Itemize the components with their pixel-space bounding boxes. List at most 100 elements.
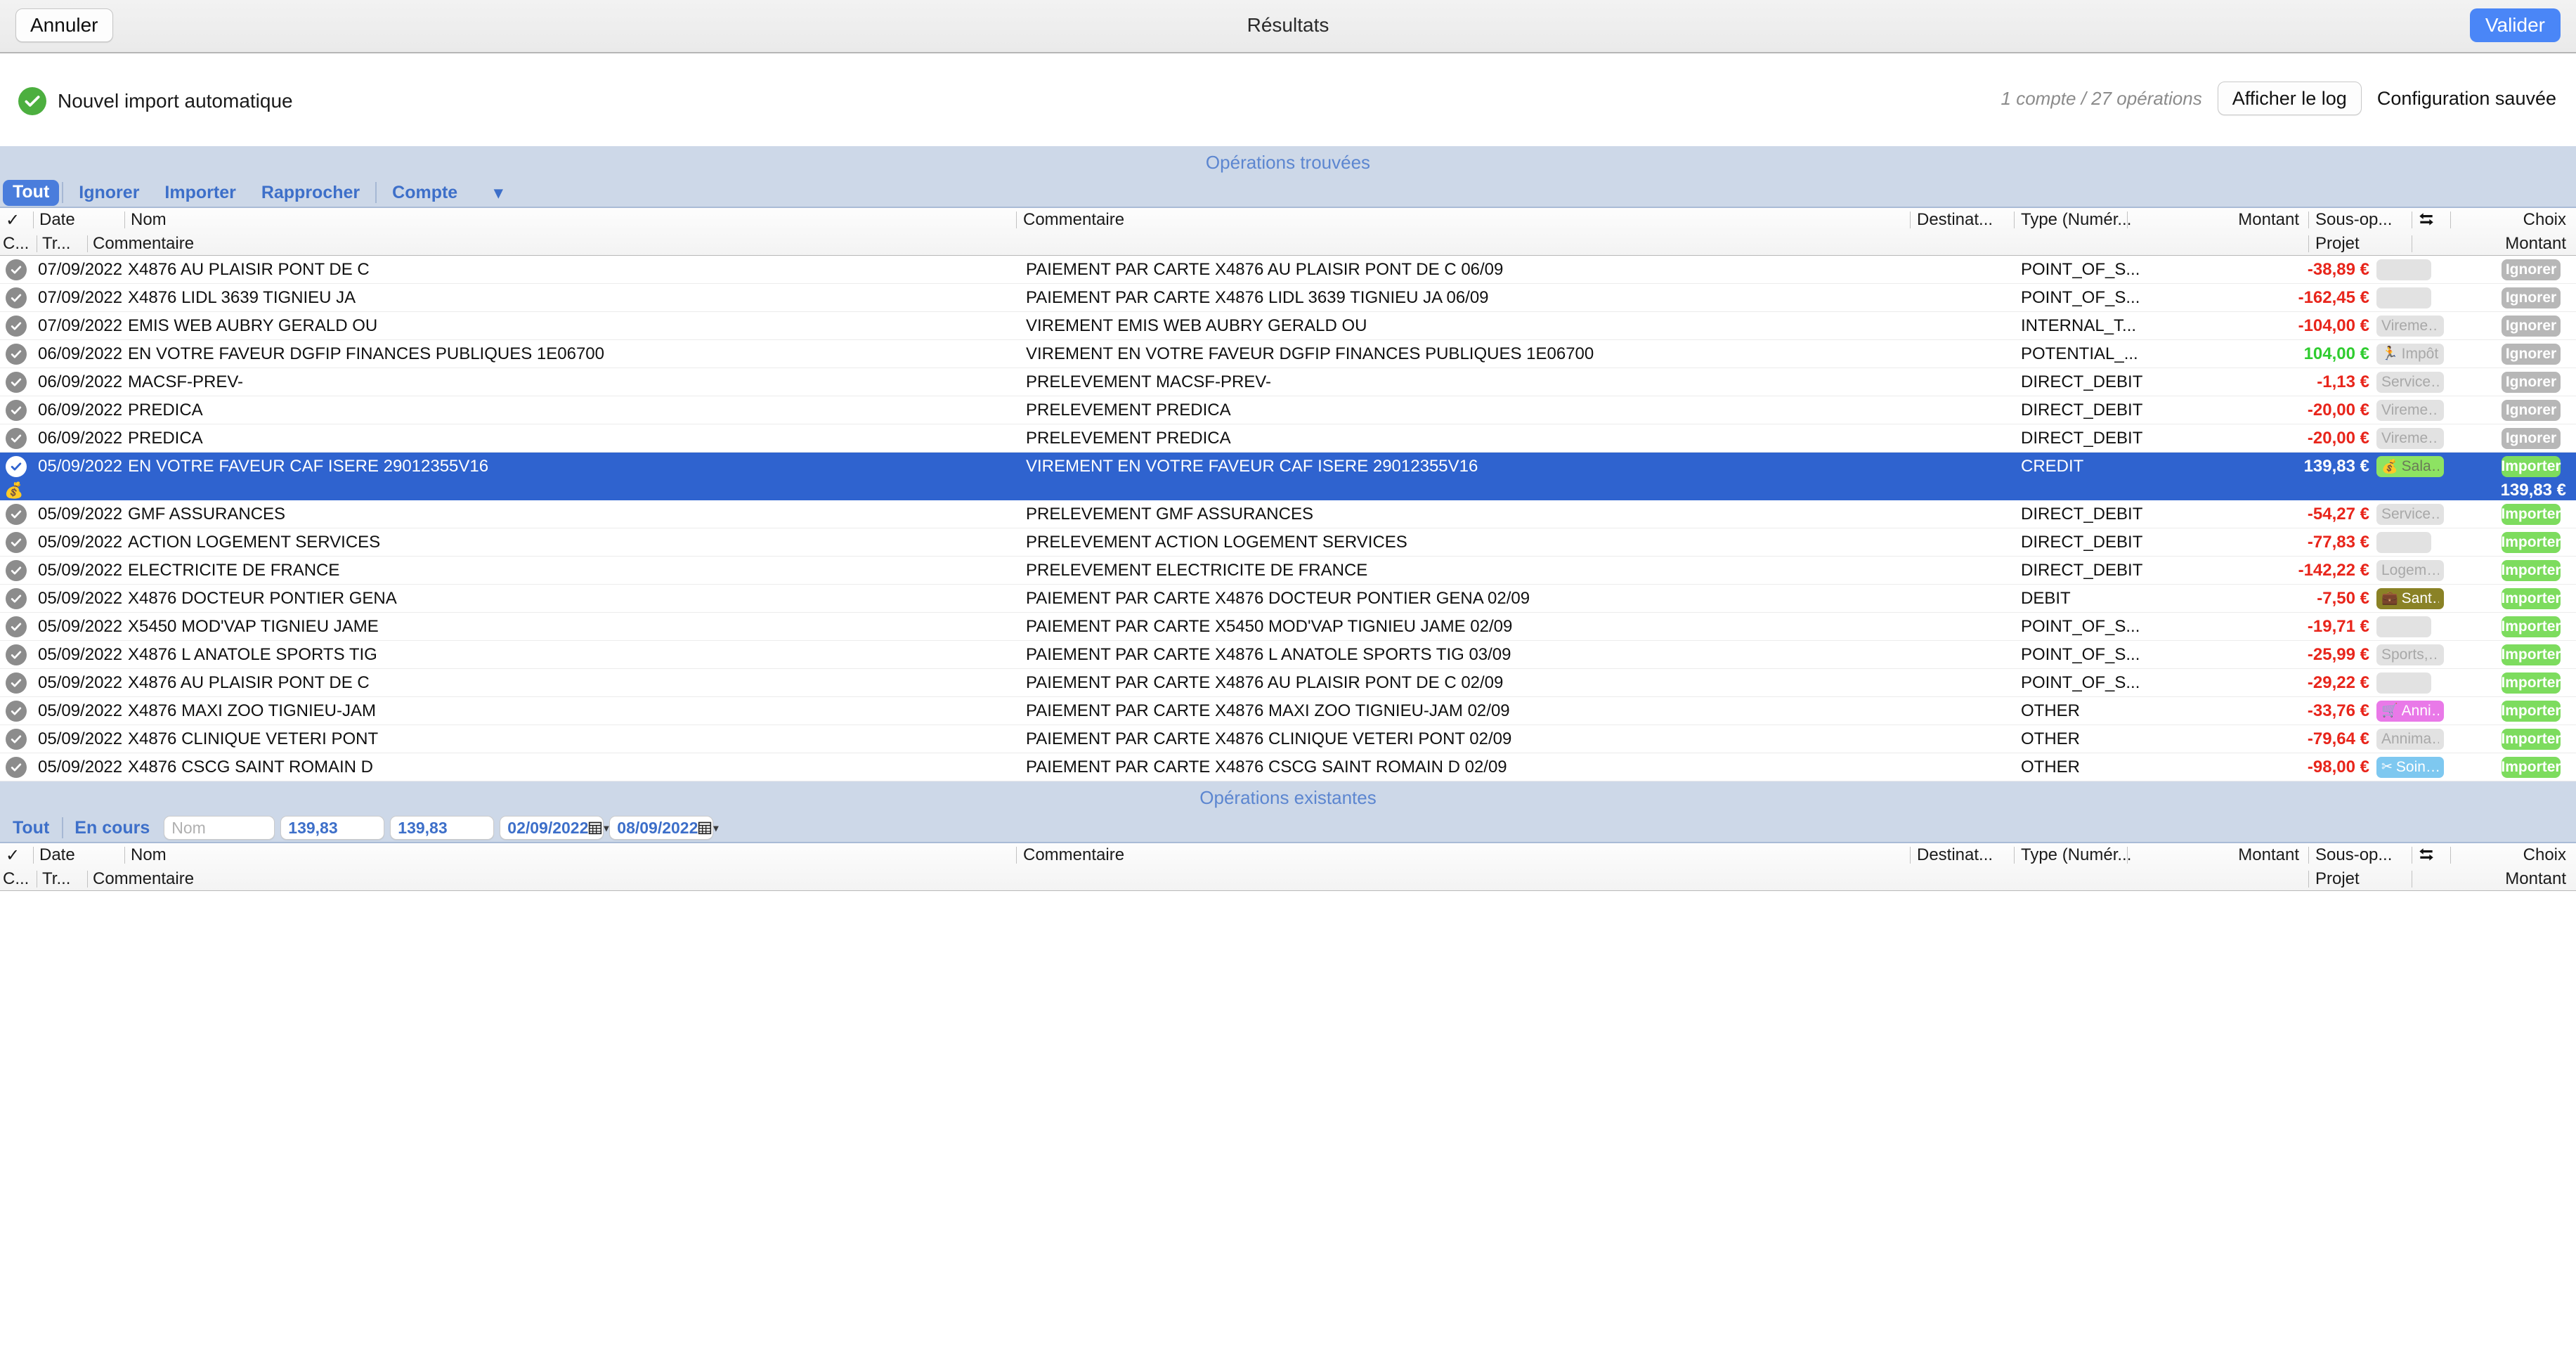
calendar-icon-2[interactable]: ▾ [698, 821, 718, 835]
filter-tab-ignore[interactable]: Ignorer [66, 183, 152, 203]
sub-operation-chip[interactable] [2376, 531, 2431, 553]
table-row[interactable]: 06/09/2022 MACSF-PREV- PRELEVEMENT MACSF-P… [0, 368, 2576, 396]
choice-pill[interactable]: Importer [2502, 644, 2561, 665]
row-check-icon[interactable] [6, 312, 32, 339]
choice-pill[interactable]: Ignorer [2502, 259, 2561, 280]
sub-operation-chip[interactable]: 💼Sant… [2376, 587, 2444, 609]
table-row[interactable]: 05/09/2022 X4876 MAXI ZOO TIGNIEU-JAM PAIE… [0, 697, 2576, 725]
table-row[interactable]: 05/09/2022 X4876 L ANATOLE SPORTS TIG PAIE… [0, 641, 2576, 669]
sub-operation-chip[interactable] [2376, 287, 2431, 308]
col-header-comment-2[interactable]: Commentaire [93, 232, 374, 256]
row-check-icon[interactable] [6, 585, 32, 612]
row-choice[interactable]: Ignorer [2502, 340, 2565, 368]
row-choice[interactable]: Importer [2502, 753, 2565, 781]
row-choice[interactable]: Importer [2502, 641, 2565, 668]
table-row[interactable]: 07/09/2022 X4876 AU PLAISIR PONT DE C PAIE… [0, 256, 2576, 284]
row-sub-operation[interactable]: Logem… [2376, 557, 2454, 584]
choice-pill[interactable]: Ignorer [2502, 343, 2561, 365]
row-sub-operation[interactable] [2376, 284, 2454, 311]
row-check-icon[interactable] [6, 669, 32, 696]
ex-col-header-destination[interactable]: Destinat... [1917, 843, 2022, 867]
table-row[interactable]: 05/09/2022 X4876 CSCG SAINT ROMAIN D PAIEM… [0, 753, 2576, 781]
row-check-icon[interactable] [6, 500, 32, 528]
ex-col-header-comment[interactable]: Commentaire [1023, 843, 1374, 867]
row-check-icon[interactable] [6, 613, 32, 640]
col-header-destination[interactable]: Destinat... [1917, 208, 2022, 232]
sub-operation-chip[interactable] [2376, 616, 2431, 637]
row-sub-operation[interactable] [2376, 256, 2454, 283]
choice-pill[interactable]: Importer [2502, 587, 2561, 609]
ex-col-header-amount[interactable]: Montant [2178, 843, 2299, 867]
col-header-name[interactable]: Nom [131, 208, 412, 232]
row-sub-operation[interactable] [2376, 613, 2454, 640]
filter-tab-all[interactable]: Tout [3, 179, 60, 206]
col-header-sub-operation[interactable]: Sous-op... [2315, 208, 2414, 232]
row-check-icon[interactable] [6, 396, 32, 424]
sub-operation-chip[interactable]: Sports,… [2376, 644, 2444, 665]
col-header-tr[interactable]: Tr... [42, 232, 84, 256]
row-sub-operation[interactable]: Vireme… [2376, 312, 2454, 339]
sub-operation-chip[interactable]: 🛒Anni… [2376, 700, 2444, 722]
choice-pill[interactable]: Importer [2502, 756, 2561, 778]
sub-operation-chip[interactable] [2376, 259, 2431, 280]
col-header-type[interactable]: Type (Numér... [2021, 208, 2161, 232]
ex-col-header-comment-2[interactable]: Commentaire [93, 867, 374, 891]
col-header-comment[interactable]: Commentaire [1023, 208, 1374, 232]
filter-tab-account[interactable]: Compte [379, 183, 470, 203]
row-check-icon[interactable] [6, 753, 32, 781]
col-header-choice[interactable]: Choix [2410, 208, 2566, 232]
sub-operation-chip[interactable]: Logem… [2376, 559, 2444, 581]
row-sub-operation[interactable]: 🏃Impôts [2376, 340, 2454, 368]
row-sub-operation[interactable]: Vireme… [2376, 424, 2454, 452]
ex-col-header-tr[interactable]: Tr... [42, 867, 84, 891]
table-row[interactable]: 06/09/2022 PREDICA PRELEVEMENT PREDICA DIRE… [0, 424, 2576, 453]
row-choice[interactable]: Importer [2502, 453, 2565, 481]
row-check-icon[interactable] [6, 453, 32, 481]
table-row[interactable]: 05/09/2022 X4876 AU PLAISIR PONT DE C PAIE… [0, 669, 2576, 697]
filter-tab-reconcile[interactable]: Rapprocher [249, 183, 372, 203]
table-row[interactable]: 05/09/2022 X5450 MOD'VAP TIGNIEU JAME PAIE… [0, 613, 2576, 641]
table-row[interactable]: 05/09/2022 EN VOTRE FAVEUR CAF ISERE 2901… [0, 453, 2576, 481]
amount-min-input[interactable]: 139,83 [280, 816, 385, 840]
row-check-icon[interactable] [6, 340, 32, 368]
choice-pill[interactable]: Ignorer [2502, 399, 2561, 421]
row-choice[interactable]: Importer [2502, 697, 2565, 724]
ex-col-header-c[interactable]: C... [3, 867, 35, 891]
table-row[interactable]: 06/09/2022 PREDICA PRELEVEMENT PREDICA DIRE… [0, 396, 2576, 424]
table-row[interactable]: 06/09/2022 EN VOTRE FAVEUR DGFIP FINANCES… [0, 340, 2576, 368]
table-row[interactable]: 07/09/2022 X4876 LIDL 3639 TIGNIEU JA PAIE… [0, 284, 2576, 312]
row-check-icon[interactable] [6, 557, 32, 584]
col-header-project[interactable]: Projet [2315, 232, 2414, 256]
col-header-c[interactable]: C... [3, 232, 35, 256]
name-filter-input[interactable]: Nom [164, 816, 275, 840]
col-header-check[interactable]: ✓ [6, 208, 34, 232]
table-row[interactable]: 05/09/2022 ACTION LOGEMENT SERVICES PRELEV… [0, 528, 2576, 557]
row-choice[interactable]: Importer [2502, 725, 2565, 753]
choice-pill[interactable]: Importer [2502, 616, 2561, 637]
existing-filter-tab-current[interactable]: En cours [66, 818, 158, 838]
filter-tab-import[interactable]: Importer [152, 183, 248, 203]
row-sub-operation[interactable]: Service… [2376, 500, 2454, 528]
date-to-input[interactable]: 08/09/2022 ▾ [609, 816, 718, 840]
row-choice[interactable]: Importer [2502, 528, 2565, 556]
amount-max-input[interactable]: 139,83 [390, 816, 495, 840]
sub-operation-chip[interactable]: Annima… [2376, 728, 2444, 750]
table-row[interactable]: 07/09/2022 EMIS WEB AUBRY GERALD OU VIREME… [0, 312, 2576, 340]
row-sub-operation[interactable]: Service… [2376, 368, 2454, 396]
row-choice[interactable]: Ignorer [2502, 312, 2565, 339]
existing-filter-tab-all[interactable]: Tout [3, 818, 59, 838]
choice-pill[interactable]: Importer [2502, 503, 2561, 525]
table-row[interactable]: 05/09/2022 GMF ASSURANCES PRELEVEMENT GMF … [0, 500, 2576, 528]
ex-col-header-amount-2[interactable]: Montant [2410, 867, 2566, 891]
row-choice[interactable]: Importer [2502, 585, 2565, 612]
sub-operation-chip[interactable]: ✂ Soin… [2376, 756, 2444, 778]
row-choice[interactable]: Importer [2502, 613, 2565, 640]
validate-button[interactable]: Valider [2469, 8, 2561, 42]
row-sub-operation[interactable]: Sports,… [2376, 641, 2454, 668]
ex-col-header-check[interactable]: ✓ [6, 843, 34, 867]
ex-col-header-name[interactable]: Nom [131, 843, 412, 867]
col-header-amount-2[interactable]: Montant [2410, 232, 2566, 256]
sub-operation-chip[interactable]: 🏃Impôts [2376, 343, 2444, 365]
row-check-icon[interactable] [6, 368, 32, 396]
sub-operation-chip[interactable]: Vireme… [2376, 315, 2444, 337]
